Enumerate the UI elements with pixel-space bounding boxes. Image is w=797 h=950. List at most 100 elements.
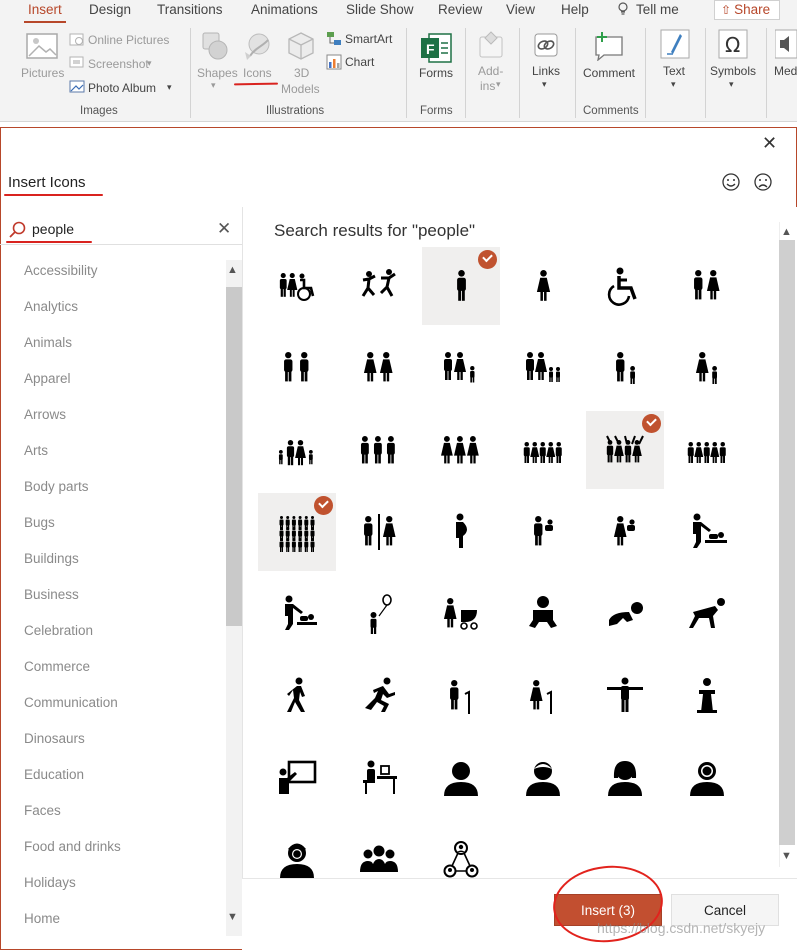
icon-tile[interactable] [504,657,582,735]
icon-tile[interactable] [668,575,746,653]
category-item[interactable]: Business [24,587,79,602]
icon-tile[interactable] [504,739,582,817]
tab-insert[interactable]: Insert [24,2,66,23]
icon-tile[interactable] [504,329,582,407]
icon-tile[interactable] [422,493,500,571]
icon-tile[interactable] [340,739,418,817]
icon-tile[interactable] [258,739,336,817]
shapes-icon[interactable] [199,30,231,62]
tab-transitions[interactable]: Transitions [157,2,223,22]
icon-tile[interactable] [504,247,582,325]
icon-tile[interactable] [504,575,582,653]
icon-tile[interactable] [668,329,746,407]
icon-tile[interactable] [422,247,500,325]
symbols-dropdown-icon[interactable]: ▾ [729,79,734,90]
share-button[interactable]: ⇧ Share [714,0,780,20]
icon-tile[interactable] [586,657,664,735]
add-ins-dropdown-icon[interactable]: ▾ [496,79,501,90]
category-item[interactable]: Buildings [24,551,79,566]
category-item[interactable]: Bugs [24,515,55,530]
tab-slide-show[interactable]: Slide Show [346,2,414,22]
category-item[interactable]: Arrows [24,407,66,422]
pictures-icon[interactable] [25,31,61,65]
icon-tile[interactable] [504,493,582,571]
icon-tile[interactable] [504,411,582,489]
category-item[interactable]: Analytics [24,299,78,314]
category-item[interactable]: Holidays [24,875,76,890]
scroll-up-icon[interactable]: ▲ [227,264,238,276]
category-item[interactable]: Food and drinks [24,839,121,854]
tab-view[interactable]: View [506,2,535,22]
symbols-icon[interactable]: Ω [717,28,749,60]
icon-tile[interactable] [422,575,500,653]
clear-search-icon[interactable]: ✕ [217,219,231,239]
smile-feedback-icon[interactable] [721,172,741,192]
icon-tile[interactable] [586,411,664,489]
shapes-dropdown-icon[interactable]: ▾ [211,80,216,91]
photo-album-icon[interactable] [69,80,85,94]
category-item[interactable]: Apparel [24,371,71,386]
category-item[interactable]: Animals [24,335,72,350]
chart-icon[interactable] [326,54,342,70]
scroll-down-icon[interactable]: ▼ [227,911,238,923]
icon-tile[interactable] [422,739,500,817]
category-item[interactable]: Commerce [24,659,90,674]
icon-tile[interactable] [340,329,418,407]
comment-icon[interactable] [592,29,626,61]
icon-tile[interactable] [668,247,746,325]
category-item[interactable]: Education [24,767,84,782]
icon-tile[interactable] [586,329,664,407]
icon-tile[interactable] [586,739,664,817]
screenshot-dropdown-icon[interactable]: ▾ [147,58,152,69]
category-item[interactable]: Body parts [24,479,89,494]
forms-icon[interactable]: F [419,31,453,65]
text-icon[interactable] [659,28,691,60]
icon-tile[interactable] [668,657,746,735]
icon-tile[interactable] [340,493,418,571]
icon-tile[interactable] [586,247,664,325]
icon-tile[interactable] [340,575,418,653]
frown-feedback-icon[interactable] [753,172,773,192]
3d-models-icon[interactable] [285,30,317,62]
results-scrollbar-thumb[interactable] [779,240,795,845]
category-item[interactable]: Home [24,911,60,926]
icon-tile[interactable] [422,657,500,735]
icon-tile[interactable] [340,247,418,325]
tell-me[interactable]: Tell me [616,2,679,22]
icon-tile[interactable] [586,493,664,571]
icon-tile[interactable] [340,411,418,489]
icon-tile[interactable] [422,329,500,407]
icon-tile[interactable] [258,329,336,407]
category-item[interactable]: Faces [24,803,61,818]
icon-tile[interactable] [340,657,418,735]
category-item[interactable]: Celebration [24,623,93,638]
links-icon[interactable] [532,30,560,60]
search-input[interactable]: people [32,221,74,237]
add-ins-icon[interactable] [477,30,507,60]
icon-tile[interactable] [586,575,664,653]
icon-tile[interactable] [258,493,336,571]
category-item[interactable]: Dinosaurs [24,731,85,746]
links-dropdown-icon[interactable]: ▾ [542,79,547,90]
icon-tile[interactable] [258,411,336,489]
smartart-icon[interactable] [326,31,342,47]
category-item[interactable]: Accessibility [24,263,98,278]
icon-tile[interactable] [422,411,500,489]
photo-album-dropdown-icon[interactable]: ▾ [167,82,172,93]
scroll-down-icon[interactable]: ▼ [781,850,792,862]
online-pictures-icon[interactable] [69,33,85,47]
icon-tile[interactable] [668,411,746,489]
icon-tile[interactable] [258,657,336,735]
speaker-icon[interactable] [775,28,797,60]
icon-tile[interactable] [668,493,746,571]
tab-design[interactable]: Design [89,2,131,22]
tab-animations[interactable]: Animations [251,2,318,22]
scroll-up-icon[interactable]: ▲ [781,226,792,238]
category-scrollbar-thumb[interactable] [226,287,242,626]
tab-review[interactable]: Review [438,2,482,22]
category-item[interactable]: Arts [24,443,48,458]
icons-icon[interactable] [241,30,275,62]
tab-help[interactable]: Help [561,2,589,22]
screenshot-icon[interactable] [69,56,85,70]
text-dropdown-icon[interactable]: ▾ [671,79,676,90]
